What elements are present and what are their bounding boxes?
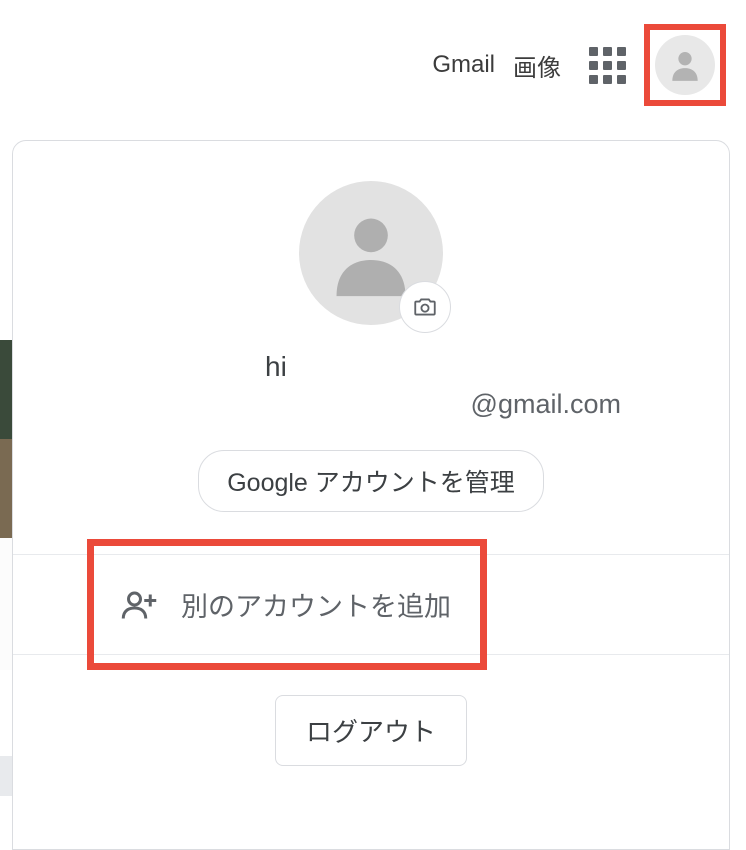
person-icon	[666, 46, 704, 84]
images-link[interactable]: 画像	[513, 48, 561, 83]
account-email: @gmail.com	[13, 389, 729, 420]
sign-out-button[interactable]: ログアウト	[275, 695, 467, 766]
apps-grid-icon[interactable]	[589, 47, 626, 84]
account-panel: hi @gmail.com Google アカウントを管理 別のアカウントを追加…	[12, 140, 730, 850]
avatar-highlight-box	[644, 24, 726, 106]
top-nav: Gmail 画像	[0, 0, 746, 130]
person-add-icon	[121, 587, 157, 623]
account-name: hi	[13, 351, 729, 383]
account-avatar-small[interactable]	[655, 35, 715, 95]
change-photo-button[interactable]	[399, 281, 451, 333]
add-account-row: 別のアカウントを追加	[13, 554, 729, 655]
gmail-link[interactable]: Gmail	[432, 51, 495, 79]
avatar-large-container	[299, 181, 443, 325]
add-account-button[interactable]: 別のアカウントを追加	[13, 555, 729, 654]
add-account-label: 別のアカウントを追加	[181, 585, 451, 624]
camera-icon	[412, 294, 438, 320]
person-icon	[324, 206, 418, 300]
manage-account-button[interactable]: Google アカウントを管理	[198, 450, 544, 512]
